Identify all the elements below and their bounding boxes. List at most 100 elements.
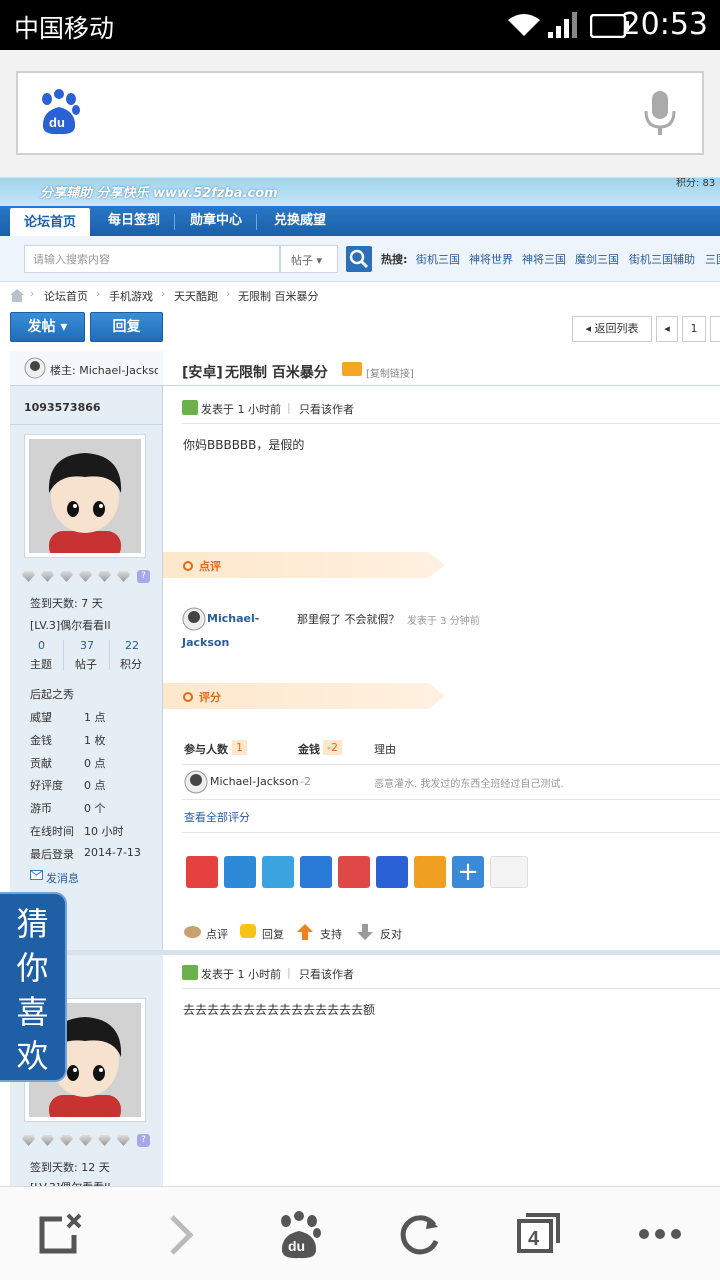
copy-link[interactable]: [复制链接] — [366, 365, 414, 380]
send-message-link[interactable]: 发消息 — [46, 870, 79, 886]
page-number[interactable]: 1 — [682, 316, 706, 342]
wifi-icon — [508, 14, 540, 36]
breadcrumb: › 论坛首页 › 手机游戏 › 天天酷跑 › 无限制 百米暴分 — [0, 282, 720, 310]
comment-action-icon — [184, 926, 201, 938]
mail-icon — [30, 870, 43, 880]
baidu-paw-icon: du — [42, 89, 80, 135]
divider — [182, 764, 720, 765]
kaixin-share-icon[interactable] — [338, 856, 370, 888]
prev-page-button[interactable]: ◂ — [656, 316, 678, 342]
renren-share-icon[interactable] — [300, 856, 332, 888]
qzone-share-icon[interactable] — [224, 856, 256, 888]
avatar[interactable] — [24, 434, 146, 558]
float-char: 你 — [16, 949, 49, 987]
tab-exchange-prestige[interactable]: 兑换威望 — [260, 206, 340, 236]
forum-search-input[interactable]: 请输入搜索内容 — [24, 245, 280, 273]
close-tab-icon[interactable] — [38, 1213, 84, 1255]
forum-search-button[interactable] — [346, 246, 372, 272]
tab-forum-home[interactable]: 论坛首页 — [10, 208, 90, 238]
hot-search-link[interactable]: 神将世界 — [469, 251, 513, 267]
qq-share-icon[interactable] — [414, 856, 446, 888]
new-post-button[interactable]: 发帖 ▾ — [10, 312, 85, 342]
commenter-avatar[interactable] — [182, 607, 206, 631]
stat-posts-label: 帖子 — [75, 658, 97, 671]
status-bar: 中国移动 20:53 — [0, 0, 720, 50]
tab-medal-center[interactable]: 勋章中心 — [178, 206, 254, 236]
refresh-icon[interactable] — [398, 1213, 442, 1257]
banner-score: 积分: 83 — [676, 178, 716, 189]
view-author-only-link[interactable]: 只看该作者 — [299, 401, 354, 417]
commenter-name-cont[interactable]: Jackson — [182, 636, 229, 649]
breadcrumb-separator: › — [30, 287, 35, 300]
divider — [182, 423, 720, 424]
rating-participants-count: 1 — [232, 740, 247, 755]
tencent-weibo-share-icon[interactable] — [262, 856, 294, 888]
more-menu-icon[interactable] — [638, 1227, 682, 1241]
rater-avatar[interactable] — [184, 770, 208, 794]
rater-name[interactable]: Michael-Jackson — [210, 775, 299, 788]
weibo-share-icon[interactable] — [186, 856, 218, 888]
next-page-button[interactable] — [710, 316, 720, 342]
search-type-select[interactable]: 帖子 ▾ — [280, 245, 338, 273]
hot-search-link[interactable]: 魔剑三国 — [575, 251, 619, 267]
browser-search-input[interactable]: du — [16, 71, 704, 155]
breadcrumb-item[interactable]: 手机游戏 — [109, 288, 153, 304]
section-circle-icon — [183, 692, 193, 702]
hot-search-link[interactable]: 街机三国 — [416, 251, 460, 267]
prop-key: 在线时间 — [30, 825, 74, 838]
user-id[interactable]: 1093573866 — [24, 401, 101, 414]
rating-money-total: -2 — [323, 740, 342, 755]
forward-icon[interactable] — [166, 1213, 196, 1257]
hot-search-link[interactable]: 街机三国辅助 — [629, 251, 695, 267]
comment-text: 那里假了 不会就假？ — [297, 613, 400, 626]
stat-credits-value[interactable]: 22 — [125, 639, 139, 652]
forum-search-row: 请输入搜索内容 帖子 ▾ 热搜: 街机三国 神将世界 神将三国 魔剑三国 街机三… — [0, 236, 720, 282]
prop-value: 0 个 — [84, 802, 106, 815]
hot-search-label: 热搜: — [381, 253, 408, 266]
online-status-icon — [182, 400, 198, 415]
back-to-list-button[interactable]: ◂ 返回列表 — [572, 316, 652, 342]
tab-daily-checkin[interactable]: 每日签到 — [96, 206, 172, 236]
stat-posts-value[interactable]: 37 — [80, 639, 94, 652]
section-circle-icon — [183, 561, 193, 571]
microphone-icon[interactable] — [642, 89, 678, 137]
support-action[interactable]: 支持 — [320, 926, 342, 942]
tab-count: 4 — [528, 1228, 540, 1250]
user-avatar-small — [24, 357, 46, 379]
help-icon[interactable]: ? — [137, 570, 150, 583]
baidu-home-icon[interactable]: du — [276, 1211, 322, 1259]
prop-value: 0 点 — [84, 757, 106, 770]
breadcrumb-item[interactable]: 天天酷跑 — [174, 288, 218, 304]
breadcrumb-item[interactable]: 无限制 百米暴分 — [238, 288, 319, 304]
commenter-name[interactable]: Michael- — [207, 612, 259, 625]
guess-you-like-tab[interactable]: 猜 你 喜 欢 — [0, 892, 67, 1082]
tabs-icon[interactable]: 4 — [516, 1211, 562, 1255]
breadcrumb-separator: › — [161, 287, 166, 300]
thread-tag[interactable]: [安卓] — [182, 362, 223, 382]
comment-section-title: 点评 — [199, 560, 221, 573]
rating-section-title: 评分 — [199, 691, 221, 704]
comment-action[interactable]: 点评 — [206, 926, 228, 942]
reply-button[interactable]: 回复 — [90, 312, 163, 342]
oppose-action[interactable]: 反对 — [380, 926, 402, 942]
breadcrumb-separator: › — [96, 287, 101, 300]
breadcrumb-item[interactable]: 论坛首页 — [44, 288, 88, 304]
user-level[interactable]: [LV.3]偶尔看看II — [30, 617, 111, 633]
hot-search-link[interactable]: 三国 — [705, 251, 720, 267]
more-share-icon[interactable]: + — [452, 856, 484, 888]
stat-threads-value[interactable]: 0 — [38, 639, 45, 652]
post-main-area — [163, 351, 720, 1191]
view-all-ratings-link[interactable]: 查看全部评分 — [184, 809, 250, 825]
banner-slogan: 分享辅助 分享快乐 www.52fzba.com — [40, 186, 278, 201]
prop-value: 2014-7-13 — [84, 846, 141, 859]
home-icon[interactable] — [10, 289, 24, 302]
help-icon[interactable]: ? — [137, 1134, 150, 1147]
share-count-box — [490, 856, 528, 888]
thread-author-label[interactable]: 楼主: Michael-Jackson — [50, 362, 158, 378]
nav-divider — [256, 214, 257, 230]
hot-search-link[interactable]: 神将三国 — [522, 251, 566, 267]
reply-action-icon — [240, 924, 256, 938]
view-author-only-link[interactable]: 只看该作者 — [299, 966, 354, 982]
reply-action[interactable]: 回复 — [262, 926, 284, 942]
baidu-share-icon[interactable] — [376, 856, 408, 888]
